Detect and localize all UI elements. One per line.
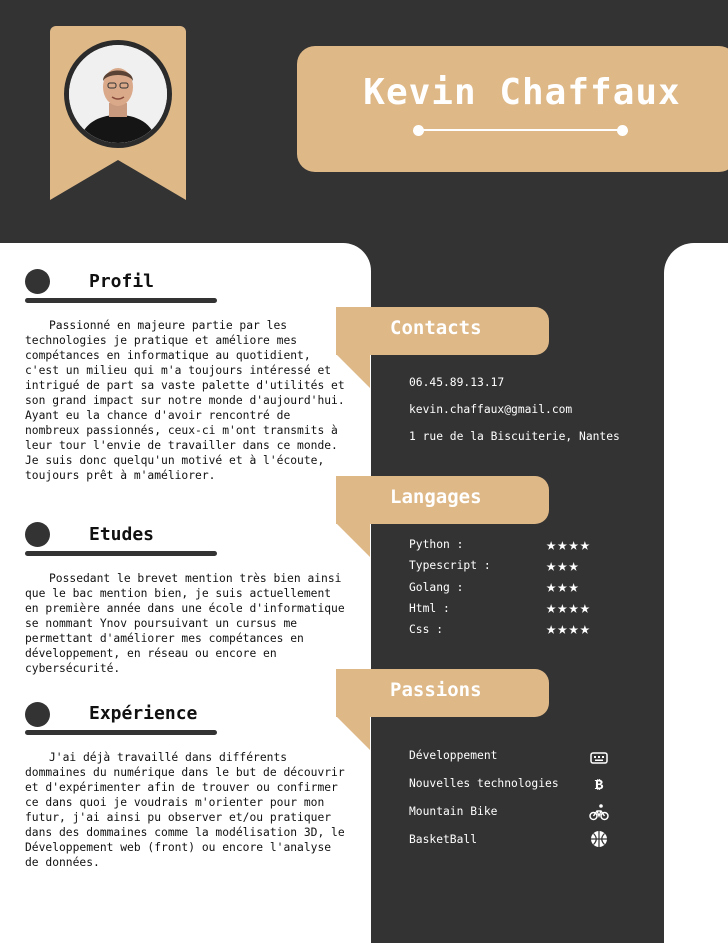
etudes-bullet bbox=[25, 522, 50, 547]
passion-basketball: BasketBall bbox=[409, 833, 478, 846]
profil-title: Profil bbox=[89, 271, 155, 292]
langage-stars-golang: ★★★ bbox=[546, 577, 580, 597]
underline-dot-right bbox=[617, 125, 628, 136]
keyboard-icon bbox=[589, 751, 609, 769]
langage-stars-html: ★★★★ bbox=[546, 598, 591, 618]
name-underline bbox=[420, 129, 622, 131]
passions-title: Passions bbox=[390, 679, 482, 701]
experience-bullet bbox=[25, 702, 50, 727]
experience-text: J'ai déjà travaillé dans différents domm… bbox=[25, 751, 345, 869]
experience-title: Expérience bbox=[89, 703, 198, 724]
basketball-icon bbox=[589, 830, 609, 848]
langages-title: Langages bbox=[390, 486, 482, 508]
passion-nouvelles-technologies: Nouvelles technologies bbox=[409, 777, 559, 790]
etudes-title: Etudes bbox=[89, 524, 155, 545]
langage-name-typescript: Typescript : bbox=[409, 559, 491, 572]
langage-stars-python: ★★★★ bbox=[546, 535, 591, 555]
etudes-divider bbox=[25, 551, 217, 556]
bitcoin-icon: ₿ bbox=[594, 777, 604, 793]
passion-mountain-bike: Mountain Bike bbox=[409, 805, 498, 818]
contacts-title: Contacts bbox=[390, 317, 482, 339]
langage-name-golang: Golang : bbox=[409, 581, 464, 594]
right-panel bbox=[664, 243, 728, 943]
experience-divider bbox=[25, 730, 217, 735]
underline-dot-left bbox=[413, 125, 424, 136]
full-name: Kevin Chaffaux bbox=[363, 72, 681, 113]
langages-tab: Langages bbox=[336, 476, 549, 524]
passions-tab: Passions bbox=[336, 669, 549, 717]
profil-text: Passionné en majeure partie par les tech… bbox=[25, 319, 345, 482]
langage-name-css: Css : bbox=[409, 623, 444, 636]
etudes-text: Possedant le brevet mention très bien ai… bbox=[25, 572, 345, 675]
contacts-tab: Contacts bbox=[336, 307, 549, 355]
bike-icon bbox=[589, 803, 609, 821]
langage-name-html: Html : bbox=[409, 602, 450, 615]
avatar bbox=[64, 40, 172, 148]
langage-stars-css: ★★★★ bbox=[546, 619, 591, 639]
passion-developpement: Développement bbox=[409, 749, 498, 762]
contact-address: 1 rue de la Biscuiterie, Nantes bbox=[409, 430, 620, 443]
langage-name-python: Python : bbox=[409, 538, 464, 551]
contact-email: kevin.chaffaux@gmail.com bbox=[409, 403, 573, 416]
contact-phone: 06.45.89.13.17 bbox=[409, 376, 505, 389]
name-banner: Kevin Chaffaux bbox=[297, 46, 728, 172]
profil-bullet bbox=[25, 269, 50, 294]
profile-photo bbox=[69, 45, 167, 143]
langage-stars-typescript: ★★★ bbox=[546, 556, 580, 576]
profil-divider bbox=[25, 298, 217, 303]
